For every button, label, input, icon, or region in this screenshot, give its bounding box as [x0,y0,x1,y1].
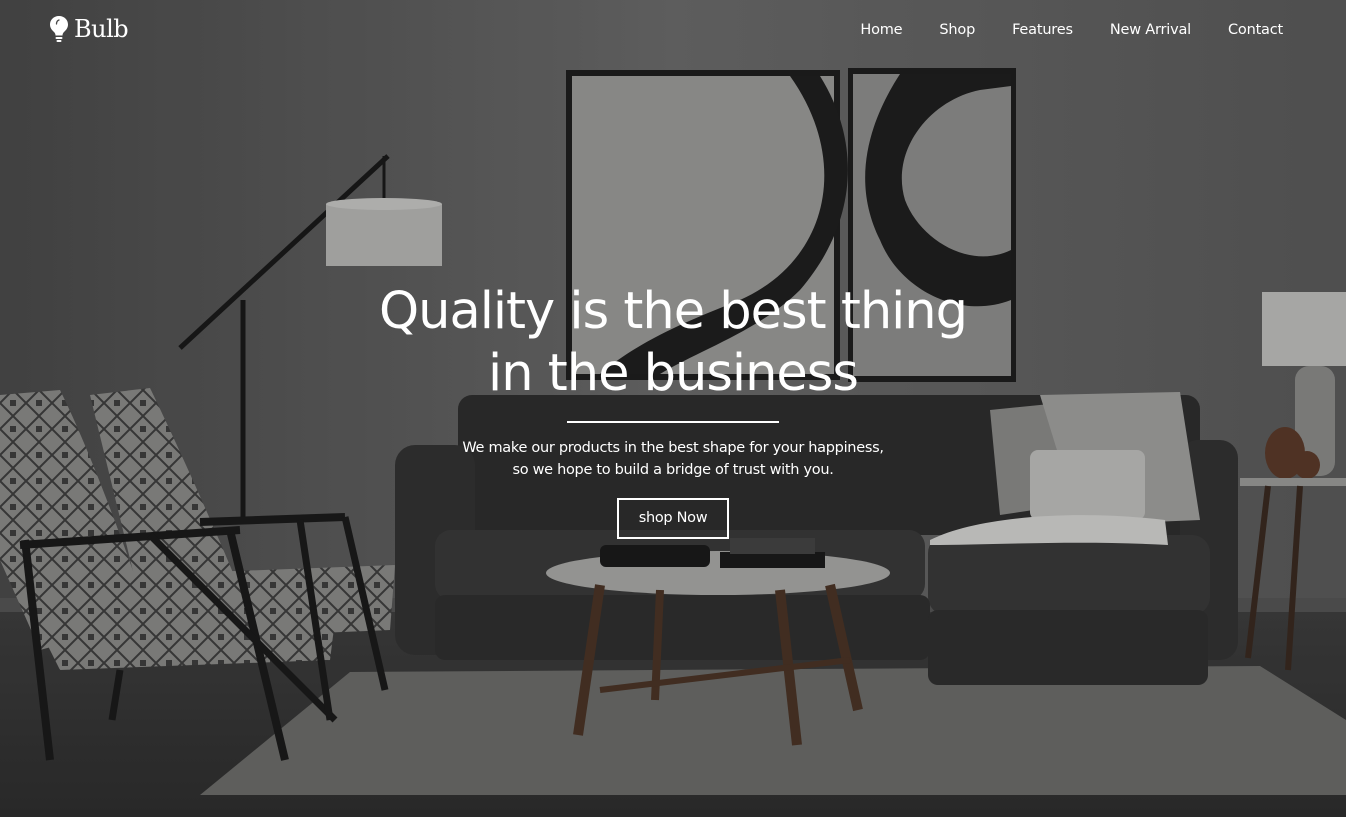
shop-now-button[interactable]: shop Now [617,497,729,539]
hero-headline-line1: Quality is the best thing [378,282,968,341]
hero-subtext-line2: so we hope to build a bridge of trust wi… [512,462,834,478]
hero-headline: Quality is the best thing in the busines… [273,281,1073,405]
hero-subtext-line1: We make our products in the best shape f… [462,439,884,456]
nav-shop-link[interactable]: Shop [939,22,975,38]
brand-logo[interactable]: Bulb [48,14,129,44]
lightbulb-icon [48,14,70,44]
hero-subtext: We make our products in the best shape f… [273,437,1073,482]
hero-headline-line2: in the business [488,344,859,403]
site-header: Bulb Home Shop Features New Arrival Cont… [0,0,1346,62]
brand-name: Bulb [74,15,129,43]
nav-contact-link[interactable]: Contact [1228,22,1283,38]
nav-new-arrival-link[interactable]: New Arrival [1110,22,1191,38]
hero-section: Bulb Home Shop Features New Arrival Cont… [0,0,1346,817]
nav-home-link[interactable]: Home [860,22,902,38]
hero-content: Quality is the best thing in the busines… [273,281,1073,539]
nav-list: Home Shop Features New Arrival Contact [860,19,1283,38]
nav-features-link[interactable]: Features [1012,22,1073,38]
hero-divider [567,421,779,423]
